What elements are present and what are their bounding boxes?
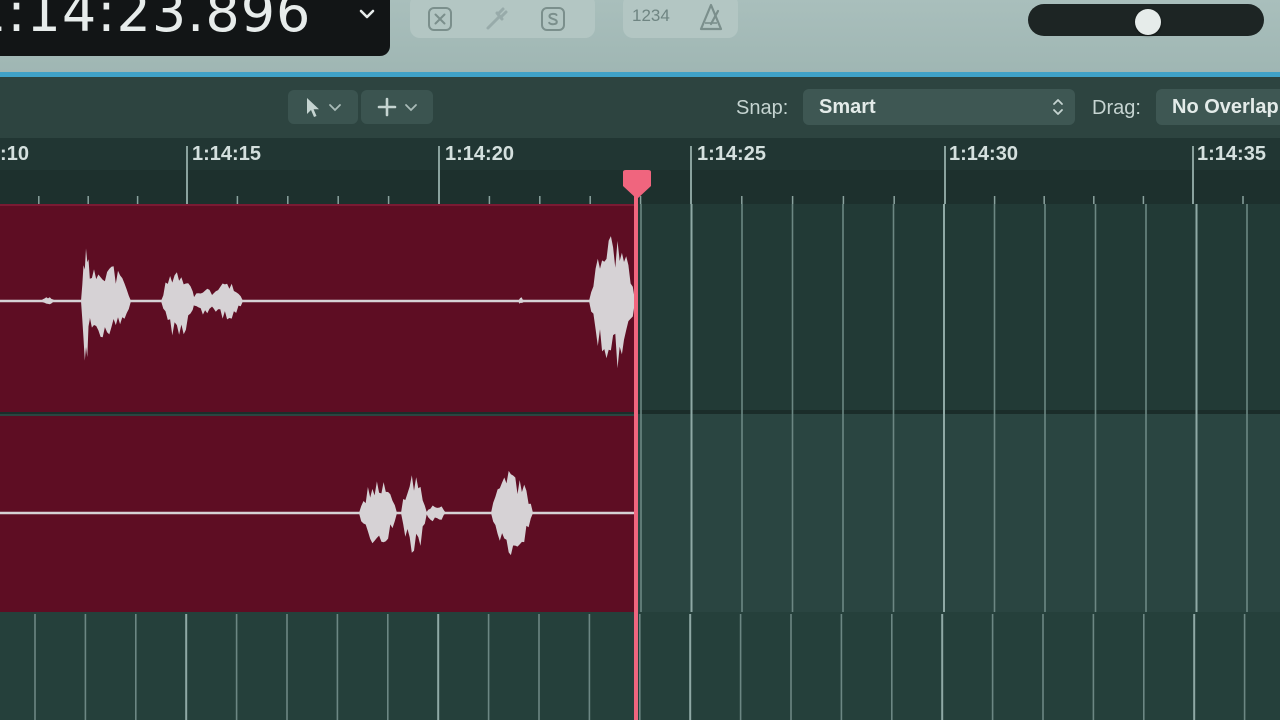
tuner-icon [486,7,508,30]
lcd-time-display: 1:14:23.896 [0,0,312,44]
count-in-button[interactable]: 1234 [632,6,682,26]
master-volume-slider[interactable] [1028,4,1264,36]
waveform [359,470,533,556]
chevron-down-icon [405,104,417,112]
pointer-tool-icon [307,98,319,117]
drag-label: Drag: [1092,97,1141,119]
snap-select[interactable]: Smart [803,89,1075,125]
grid-lines [34,204,1248,720]
drag-select[interactable]: No Overlap [1156,89,1280,125]
waveforms-and-grid [0,204,1248,720]
metronome-icon [699,3,723,31]
slider-knob[interactable] [1135,9,1162,35]
waveform-track-1 [0,236,635,369]
tracks-area[interactable] [0,204,1280,720]
replace-button[interactable] [423,2,457,36]
up-down-stepper-icon [1053,99,1063,115]
pencil-tool-icon [377,97,397,117]
metronome-button[interactable] [694,0,728,34]
replace-icon [428,7,452,31]
waveform-track-2 [0,470,634,556]
tuner-button[interactable] [480,2,514,36]
playhead-handle[interactable] [620,170,654,200]
solo-button[interactable] [536,2,570,36]
chevron-down-icon[interactable] [356,2,378,24]
solo-icon [541,7,565,31]
drag-value: No Overlap [1172,96,1279,118]
logic-pro-window: 1:14:23.896 1234 Snap: Smart Drag: No Ov… [0,0,1280,720]
tracks-toolbar: Snap: Smart Drag: No Overlap [0,77,1280,138]
chevron-down-icon [329,104,341,112]
lcd-display[interactable]: 1:14:23.896 [0,0,390,56]
snap-value: Smart [819,96,876,118]
control-bar: 1:14:23.896 1234 [0,0,1280,74]
command-click-tool-menu[interactable] [361,90,433,124]
mode-buttons-group [410,0,595,38]
snap-label: Snap: [736,97,789,119]
playhead[interactable] [634,172,638,720]
left-click-tool-menu[interactable] [288,90,358,124]
